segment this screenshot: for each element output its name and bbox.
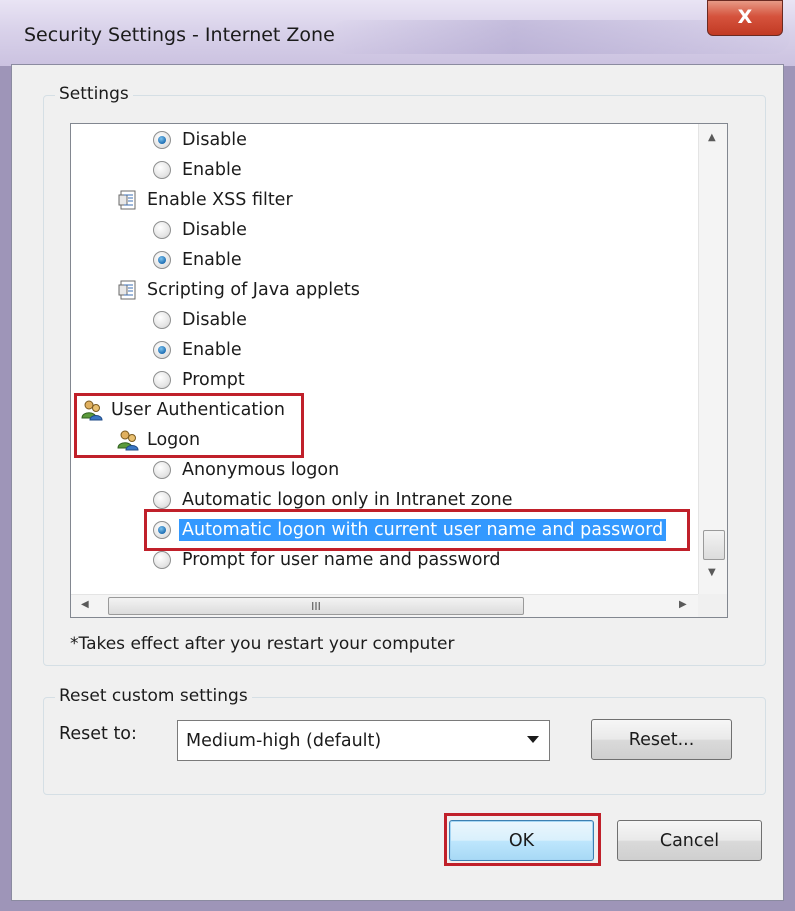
script-icon [118, 280, 136, 300]
settings-group-label: Settings [55, 84, 133, 104]
script-icon [118, 190, 136, 210]
tree-option-disable[interactable]: Disable [153, 125, 247, 155]
radio-unchecked-icon[interactable] [153, 311, 171, 329]
vertical-scrollbar[interactable]: ▲ ▼ [698, 124, 727, 599]
option-label: Anonymous logon [182, 460, 340, 480]
tree-option-enable[interactable]: Enable [153, 245, 242, 275]
tree-option-disable[interactable]: Disable [153, 215, 247, 245]
horizontal-scroll-thumb[interactable]: III [108, 597, 524, 615]
radio-unchecked-icon[interactable] [153, 551, 171, 569]
scroll-down-arrow-icon[interactable]: ▼ [708, 567, 716, 578]
radio-checked-icon[interactable] [153, 131, 171, 149]
scroll-grip: III [311, 599, 321, 613]
restart-note: *Takes effect after you restart your com… [70, 634, 455, 654]
tree-option-prompt[interactable]: Prompt [153, 365, 245, 395]
radio-checked-icon[interactable] [153, 251, 171, 269]
reset-group-label: Reset custom settings [55, 686, 252, 706]
option-label: Disable [182, 130, 247, 150]
option-label: Disable [182, 220, 247, 240]
tree-option-disable[interactable]: Disable [153, 305, 247, 335]
annotation-user-authentication [74, 393, 304, 458]
scroll-right-arrow-icon[interactable]: ▶ [679, 599, 687, 610]
radio-checked-icon[interactable] [153, 341, 171, 359]
radio-unchecked-icon[interactable] [153, 221, 171, 239]
annotation-ok-button [444, 813, 601, 866]
chevron-down-icon [527, 736, 539, 743]
radio-unchecked-icon[interactable] [153, 461, 171, 479]
window-title: Security Settings - Internet Zone [24, 24, 335, 46]
title-bar[interactable]: Security Settings - Internet Zone X [0, 0, 795, 66]
option-label: Disable [182, 310, 247, 330]
tree-option-anonymous-logon[interactable]: Anonymous logon [153, 455, 339, 485]
option-label: Enable [182, 160, 242, 180]
radio-unchecked-icon[interactable] [153, 371, 171, 389]
option-label: Prompt for user name and password [182, 550, 501, 570]
option-label: Automatic logon only in Intranet zone [182, 490, 513, 510]
cancel-button[interactable]: Cancel [617, 820, 762, 861]
reset-to-label: Reset to: [59, 724, 137, 744]
scroll-left-arrow-icon[interactable]: ◀ [81, 599, 89, 610]
tree-option-enable[interactable]: Enable [153, 335, 242, 365]
tree-category-java-applets[interactable]: Scripting of Java applets [117, 275, 360, 305]
close-button[interactable]: X [707, 0, 783, 36]
tree-option-enable[interactable]: Enable [153, 155, 242, 185]
reset-level-dropdown[interactable]: Medium-high (default) [177, 720, 550, 761]
security-settings-window: Security Settings - Internet Zone X Sett… [0, 0, 795, 911]
scrollbar-corner [698, 594, 727, 617]
vertical-scroll-thumb[interactable] [703, 530, 725, 560]
option-label: Prompt [182, 370, 245, 390]
reset-level-value: Medium-high (default) [186, 731, 382, 751]
horizontal-scrollbar[interactable]: ◀ III ▶ [71, 594, 698, 617]
option-label: Enable [182, 250, 242, 270]
scroll-up-arrow-icon[interactable]: ▲ [708, 132, 716, 143]
tree-category-xss-filter[interactable]: Enable XSS filter [117, 185, 293, 215]
category-label: Scripting of Java applets [147, 280, 360, 300]
category-label: Enable XSS filter [147, 190, 293, 210]
radio-unchecked-icon[interactable] [153, 161, 171, 179]
option-label: Enable [182, 340, 242, 360]
annotation-automatic-logon [144, 509, 690, 551]
radio-unchecked-icon[interactable] [153, 491, 171, 509]
reset-button[interactable]: Reset... [591, 719, 732, 760]
